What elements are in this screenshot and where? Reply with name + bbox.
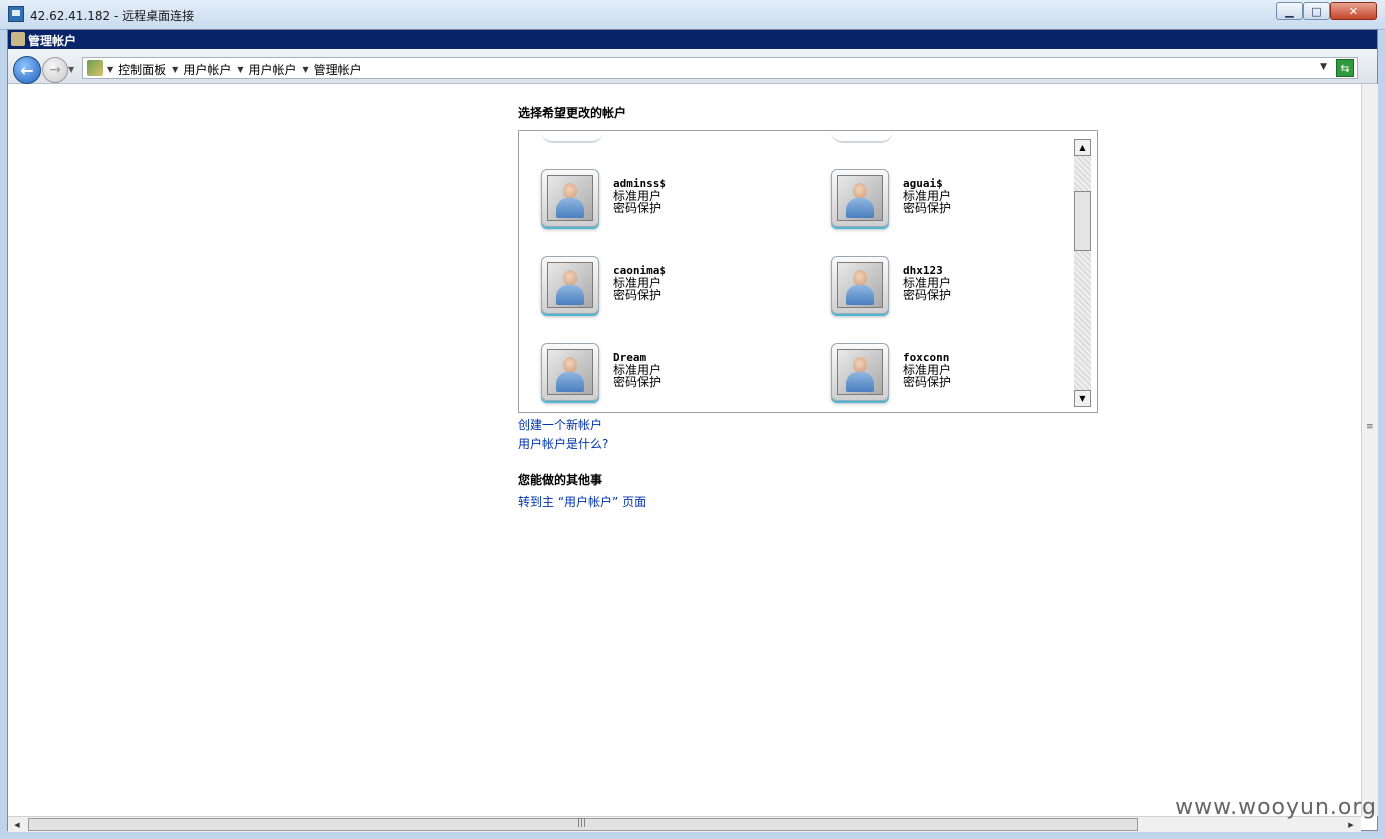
- chevron-down-icon[interactable]: ▼: [172, 65, 178, 74]
- create-account-link[interactable]: 创建一个新帐户: [518, 416, 602, 433]
- account-list[interactable]: adminss$ 标准用户 密码保护 aguai$ 标准用户 密码保护 caon…: [518, 130, 1098, 413]
- scroll-down-icon[interactable]: ▼: [1074, 390, 1091, 407]
- back-button[interactable]: ←: [13, 56, 41, 84]
- back-arrow-icon: ←: [20, 60, 34, 80]
- user-avatar-icon: [541, 343, 599, 401]
- rdp-titlebar: 42.62.41.182 - 远程桌面连接 ▁ □ ✕: [0, 0, 1385, 30]
- account-item[interactable]: caonima$ 标准用户 密码保护: [541, 256, 801, 320]
- maximize-icon: □: [1311, 4, 1322, 18]
- account-item[interactable]: aguai$ 标准用户 密码保护: [831, 169, 1091, 233]
- user-avatar-icon: [831, 256, 889, 314]
- scroll-thumb[interactable]: [1074, 191, 1091, 251]
- window-titlebar: 管理帐户: [8, 30, 1377, 49]
- breadcrumb: ▼ 控制面板 ▼ 用户帐户 ▼ 用户帐户 ▼ 管理帐户: [107, 61, 362, 78]
- users-icon: [11, 32, 25, 46]
- account-protection: 密码保护: [903, 375, 952, 389]
- chevron-down-icon[interactable]: ▼: [303, 65, 309, 74]
- account-item[interactable]: adminss$ 标准用户 密码保护: [541, 169, 801, 233]
- page-title: 选择希望更改的帐户: [518, 106, 627, 120]
- refresh-icon[interactable]: ⇆: [1336, 59, 1354, 77]
- scroll-left-icon[interactable]: ◀: [10, 818, 24, 831]
- partial-account-above: [541, 131, 603, 143]
- partial-account-above: [831, 131, 893, 143]
- address-dropdown-icon[interactable]: ▼: [1320, 62, 1327, 72]
- window-title: 管理帐户: [28, 34, 77, 48]
- remote-desktop-icon: [8, 6, 24, 22]
- account-protection: 密码保护: [613, 288, 662, 302]
- account-protection: 密码保护: [613, 201, 662, 215]
- control-panel-icon: [87, 60, 103, 76]
- account-list-scrollbar[interactable]: ▲ ▼: [1074, 139, 1091, 407]
- user-avatar-icon: [541, 169, 599, 227]
- scroll-grip-icon: ≡: [1366, 422, 1374, 432]
- breadcrumb-item[interactable]: ▼ 用户帐户: [172, 61, 231, 78]
- user-avatar-icon: [831, 343, 889, 401]
- horizontal-scrollbar[interactable]: ◀ ||| ▶: [8, 816, 1361, 832]
- account-item[interactable]: Dream 标准用户 密码保护: [541, 343, 801, 407]
- horizontal-scroll-thumb[interactable]: |||: [28, 818, 1138, 831]
- breadcrumb-item[interactable]: ▼ 控制面板: [107, 61, 166, 78]
- close-icon: ✕: [1348, 4, 1359, 18]
- other-tasks-heading: 您能做的其他事: [518, 473, 603, 487]
- chevron-down-icon[interactable]: ▼: [237, 65, 243, 74]
- account-protection: 密码保护: [903, 288, 952, 302]
- chevron-down-icon[interactable]: ▼: [107, 65, 113, 74]
- user-avatar-icon: [831, 169, 889, 227]
- account-item[interactable]: dhx123 标准用户 密码保护: [831, 256, 1091, 320]
- close-button[interactable]: ✕: [1330, 2, 1377, 20]
- address-field[interactable]: ▼ 控制面板 ▼ 用户帐户 ▼ 用户帐户 ▼ 管理帐户 ▼ ⇆: [82, 57, 1358, 79]
- scroll-up-icon[interactable]: ▲: [1074, 139, 1091, 156]
- user-avatar-icon: [541, 256, 599, 314]
- breadcrumb-item[interactable]: ▼ 用户帐户: [237, 61, 296, 78]
- maximize-button[interactable]: □: [1303, 2, 1330, 20]
- rdp-window-title: 42.62.41.182 - 远程桌面连接: [30, 9, 195, 23]
- watermark: www.wooyun.org: [1175, 795, 1377, 820]
- forward-button[interactable]: →: [42, 57, 68, 83]
- address-bar: ← → ▼ ▼ 控制面板 ▼ 用户帐户 ▼ 用户帐户 ▼ 管理帐户 ▼ ⇆: [8, 49, 1377, 84]
- account-item[interactable]: foxconn 标准用户 密码保护: [831, 343, 1091, 407]
- main-content: 选择希望更改的帐户 adminss$ 标准用户 密码保护 aguai$ 标准用户…: [8, 84, 1361, 816]
- manage-accounts-window: 管理帐户 ← → ▼ ▼ 控制面板 ▼ 用户帐户 ▼ 用户帐户 ▼ 管理帐户 ▼ ⇆ 选…: [7, 29, 1378, 832]
- recent-pages-dropdown[interactable]: ▼: [68, 65, 74, 74]
- breadcrumb-item[interactable]: ▼ 管理帐户: [303, 61, 362, 78]
- account-protection: 密码保护: [903, 201, 952, 215]
- minimize-icon: ▁: [1285, 4, 1294, 18]
- what-is-account-link[interactable]: 用户帐户是什么?: [518, 435, 608, 452]
- vertical-scrollbar[interactable]: ≡: [1361, 84, 1378, 816]
- forward-arrow-icon: →: [49, 62, 61, 78]
- minimize-button[interactable]: ▁: [1276, 2, 1303, 20]
- goto-user-accounts-link[interactable]: 转到主 “用户帐户” 页面: [518, 493, 646, 510]
- account-protection: 密码保护: [613, 375, 662, 389]
- scroll-grip-icon: |||: [577, 818, 587, 828]
